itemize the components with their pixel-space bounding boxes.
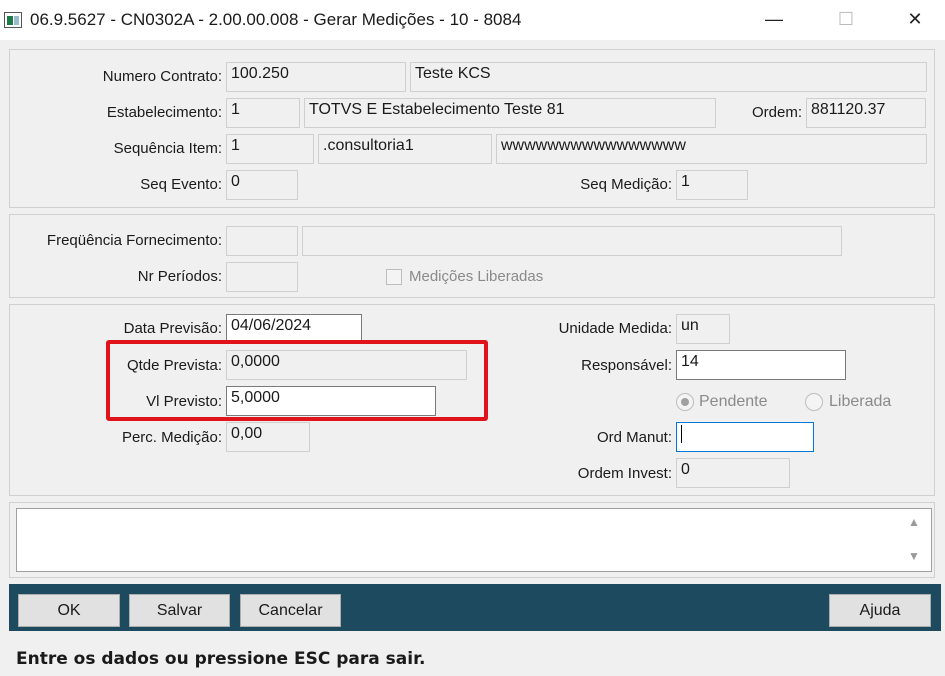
pendente-label: Pendente xyxy=(699,393,768,410)
unidade-medida-label: Unidade Medida: xyxy=(558,320,672,337)
sequencia-item-label: Sequência Item: xyxy=(113,140,222,157)
minimize-button[interactable]: — xyxy=(751,0,797,38)
numero-contrato-label: Numero Contrato: xyxy=(102,68,222,85)
ordem-invest-field[interactable]: 0 xyxy=(676,458,790,488)
nr-periodos-label: Nr Períodos: xyxy=(137,268,222,285)
numero-contrato-field[interactable]: 100.250 xyxy=(226,62,406,92)
liberada-radio[interactable] xyxy=(805,393,823,411)
scroll-down-icon[interactable]: ▼ xyxy=(906,548,922,564)
ord-manut-label: Ord Manut: xyxy=(596,429,672,446)
text-caret xyxy=(681,425,682,443)
seq-medicao-label: Seq Medição: xyxy=(580,176,672,193)
ordem-field[interactable]: 881120.37 xyxy=(806,98,926,128)
frequencia-description-field xyxy=(302,226,842,256)
seq-medicao-field[interactable]: 1 xyxy=(676,170,748,200)
salvar-button[interactable]: Salvar xyxy=(129,594,230,627)
ajuda-button[interactable]: Ajuda xyxy=(829,594,931,627)
seq-evento-label: Seq Evento: xyxy=(140,176,222,193)
responsavel-label: Responsável: xyxy=(581,357,672,374)
highlight-annotation-box xyxy=(106,340,488,421)
liberada-label: Liberada xyxy=(829,393,892,410)
ok-button[interactable]: OK xyxy=(18,594,120,627)
window-title: 06.9.5627 - CN0302A - 2.00.00.008 - Gera… xyxy=(30,10,522,29)
ordem-label: Ordem: xyxy=(751,104,802,121)
maximize-button[interactable]: ☐ xyxy=(823,0,869,38)
unidade-medida-field[interactable]: un xyxy=(676,314,730,344)
frequencia-field[interactable] xyxy=(226,226,298,256)
status-message: Entre os dados ou pressione ESC para sai… xyxy=(16,649,426,669)
contrato-description-field: Teste KCS xyxy=(410,62,927,92)
perc-medicao-field[interactable]: 0,00 xyxy=(226,422,310,452)
estabelecimento-label: Estabelecimento: xyxy=(106,104,222,121)
medicoes-liberadas-checkbox[interactable] xyxy=(386,269,402,285)
pendente-radio[interactable] xyxy=(676,393,694,411)
app-icon xyxy=(4,12,22,28)
ordem-invest-label: Ordem Invest: xyxy=(577,465,672,482)
nr-periodos-field[interactable] xyxy=(226,262,298,292)
close-button[interactable]: ✕ xyxy=(892,0,938,38)
scroll-up-icon[interactable]: ▲ xyxy=(906,514,922,530)
responsavel-input[interactable]: 14 xyxy=(676,350,846,380)
notes-textarea[interactable] xyxy=(16,508,932,572)
item-code-field: .consultoria1 xyxy=(318,134,492,164)
estabelecimento-description-field: TOTVS E Estabelecimento Teste 81 xyxy=(304,98,716,128)
data-previsao-label: Data Previsão: xyxy=(123,320,222,337)
frequencia-label: Freqüência Fornecimento: xyxy=(46,232,222,249)
perc-medicao-label: Perc. Medição: xyxy=(121,429,222,446)
seq-evento-field[interactable]: 0 xyxy=(226,170,298,200)
medicoes-liberadas-label: Medições Liberadas xyxy=(409,268,544,285)
item-description-field: wwwwwwwwwwwwwwww xyxy=(496,134,927,164)
estabelecimento-field[interactable]: 1 xyxy=(226,98,300,128)
sequencia-item-field[interactable]: 1 xyxy=(226,134,314,164)
ord-manut-input[interactable] xyxy=(676,422,814,452)
cancelar-button[interactable]: Cancelar xyxy=(240,594,341,627)
